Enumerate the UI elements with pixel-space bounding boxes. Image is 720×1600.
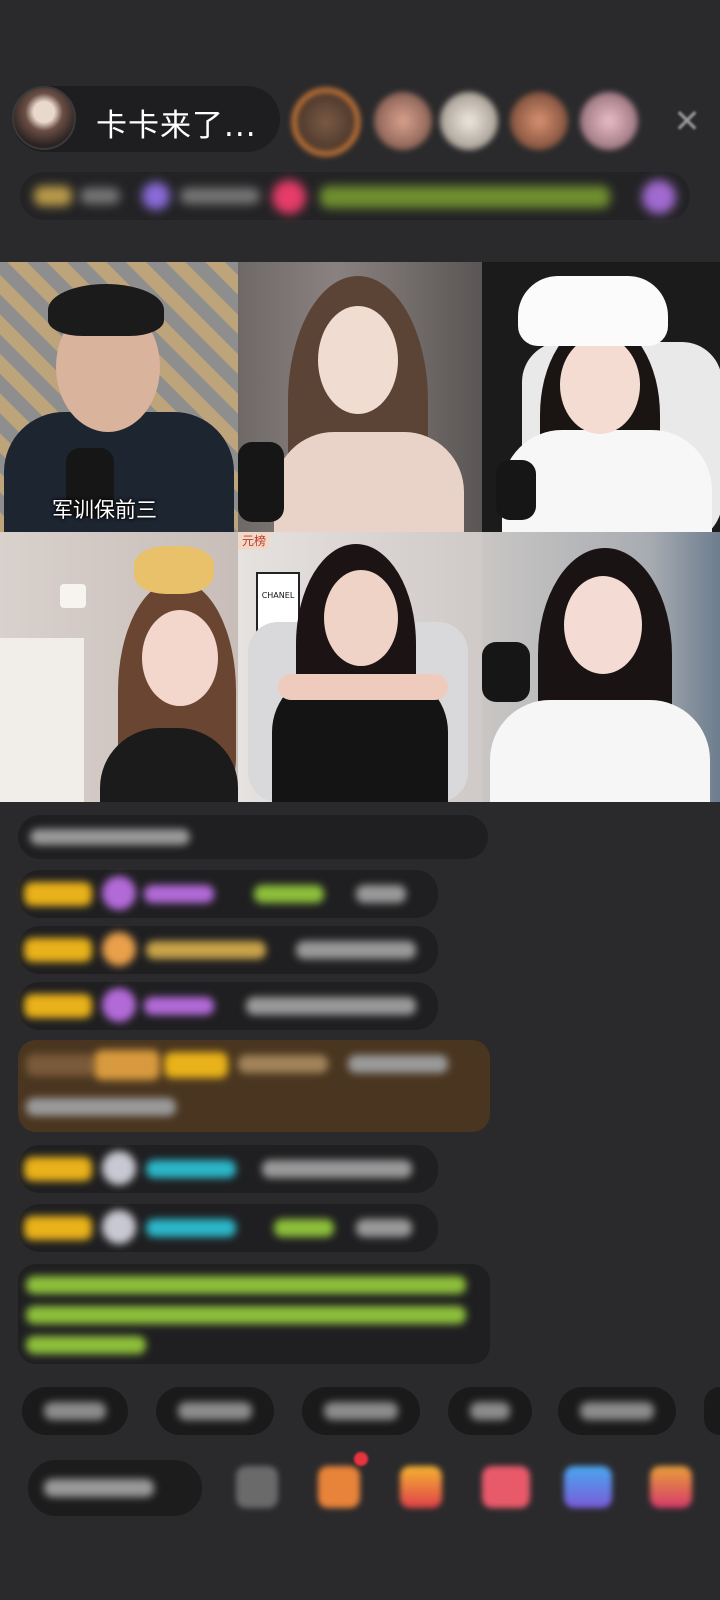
- close-icon[interactable]: ✕: [670, 104, 704, 138]
- more-icon[interactable]: [650, 1466, 692, 1508]
- streamer-figure: [274, 432, 464, 532]
- chat-system-notice: [18, 815, 488, 859]
- room-info-bar[interactable]: [20, 172, 690, 220]
- quick-reply-chip[interactable]: [558, 1387, 676, 1435]
- chat-message[interactable]: [18, 1204, 438, 1252]
- heart-icon[interactable]: [482, 1466, 530, 1508]
- host-avatar[interactable]: [12, 86, 76, 150]
- gift-box-icon[interactable]: [318, 1466, 360, 1508]
- video-grid: 军训保前三 元榜 CHANEL: [0, 262, 720, 802]
- streamer-figure: [490, 700, 710, 802]
- viewer-avatar[interactable]: [374, 92, 432, 150]
- video-tile[interactable]: 军训保前三: [0, 262, 238, 532]
- chat-message[interactable]: [18, 1145, 438, 1193]
- video-tile[interactable]: [238, 262, 482, 532]
- bunny-ears: [518, 276, 668, 346]
- streamer-arm: [278, 674, 448, 700]
- chat-message[interactable]: [18, 870, 438, 918]
- fireplace: [0, 638, 84, 802]
- emoji-icon[interactable]: [236, 1466, 278, 1508]
- streamer-hair: [48, 284, 164, 336]
- quick-reply-chip[interactable]: [704, 1387, 720, 1435]
- chat-message[interactable]: [18, 926, 438, 974]
- lamp: [60, 584, 86, 608]
- streamer-face: [564, 576, 642, 674]
- video-tile[interactable]: [482, 262, 720, 532]
- video-tile[interactable]: [0, 532, 238, 802]
- rank-badge: 元榜: [238, 532, 271, 550]
- chat-message[interactable]: [18, 982, 438, 1030]
- game-icon[interactable]: [564, 1466, 612, 1508]
- microphone: [482, 642, 530, 702]
- chat-input[interactable]: [28, 1460, 202, 1516]
- viewer-avatar[interactable]: [292, 88, 360, 156]
- quick-reply-chip[interactable]: [448, 1387, 532, 1435]
- video-tile[interactable]: [482, 532, 720, 802]
- streamer-face: [324, 570, 398, 666]
- bear-headband: [134, 546, 214, 594]
- host-name: 卡卡来了...: [96, 108, 257, 144]
- viewer-avatar[interactable]: [510, 92, 568, 150]
- viewer-avatar[interactable]: [440, 92, 498, 150]
- microphone: [238, 442, 284, 522]
- microphone: [496, 460, 536, 520]
- notification-dot: [354, 1452, 368, 1466]
- quick-reply-chip[interactable]: [302, 1387, 420, 1435]
- tile-caption: 军训保前三: [52, 498, 157, 522]
- chat-system-message: [18, 1264, 490, 1364]
- streamer-face: [318, 306, 398, 414]
- streamer-face: [560, 336, 640, 434]
- gift-icon[interactable]: [400, 1466, 442, 1508]
- viewer-avatar[interactable]: [580, 92, 638, 150]
- quick-reply-chip[interactable]: [22, 1387, 128, 1435]
- streamer-face: [142, 610, 218, 706]
- chat-highlight-message[interactable]: [18, 1040, 490, 1132]
- video-tile[interactable]: 元榜 CHANEL: [238, 532, 482, 802]
- quick-reply-chip[interactable]: [156, 1387, 274, 1435]
